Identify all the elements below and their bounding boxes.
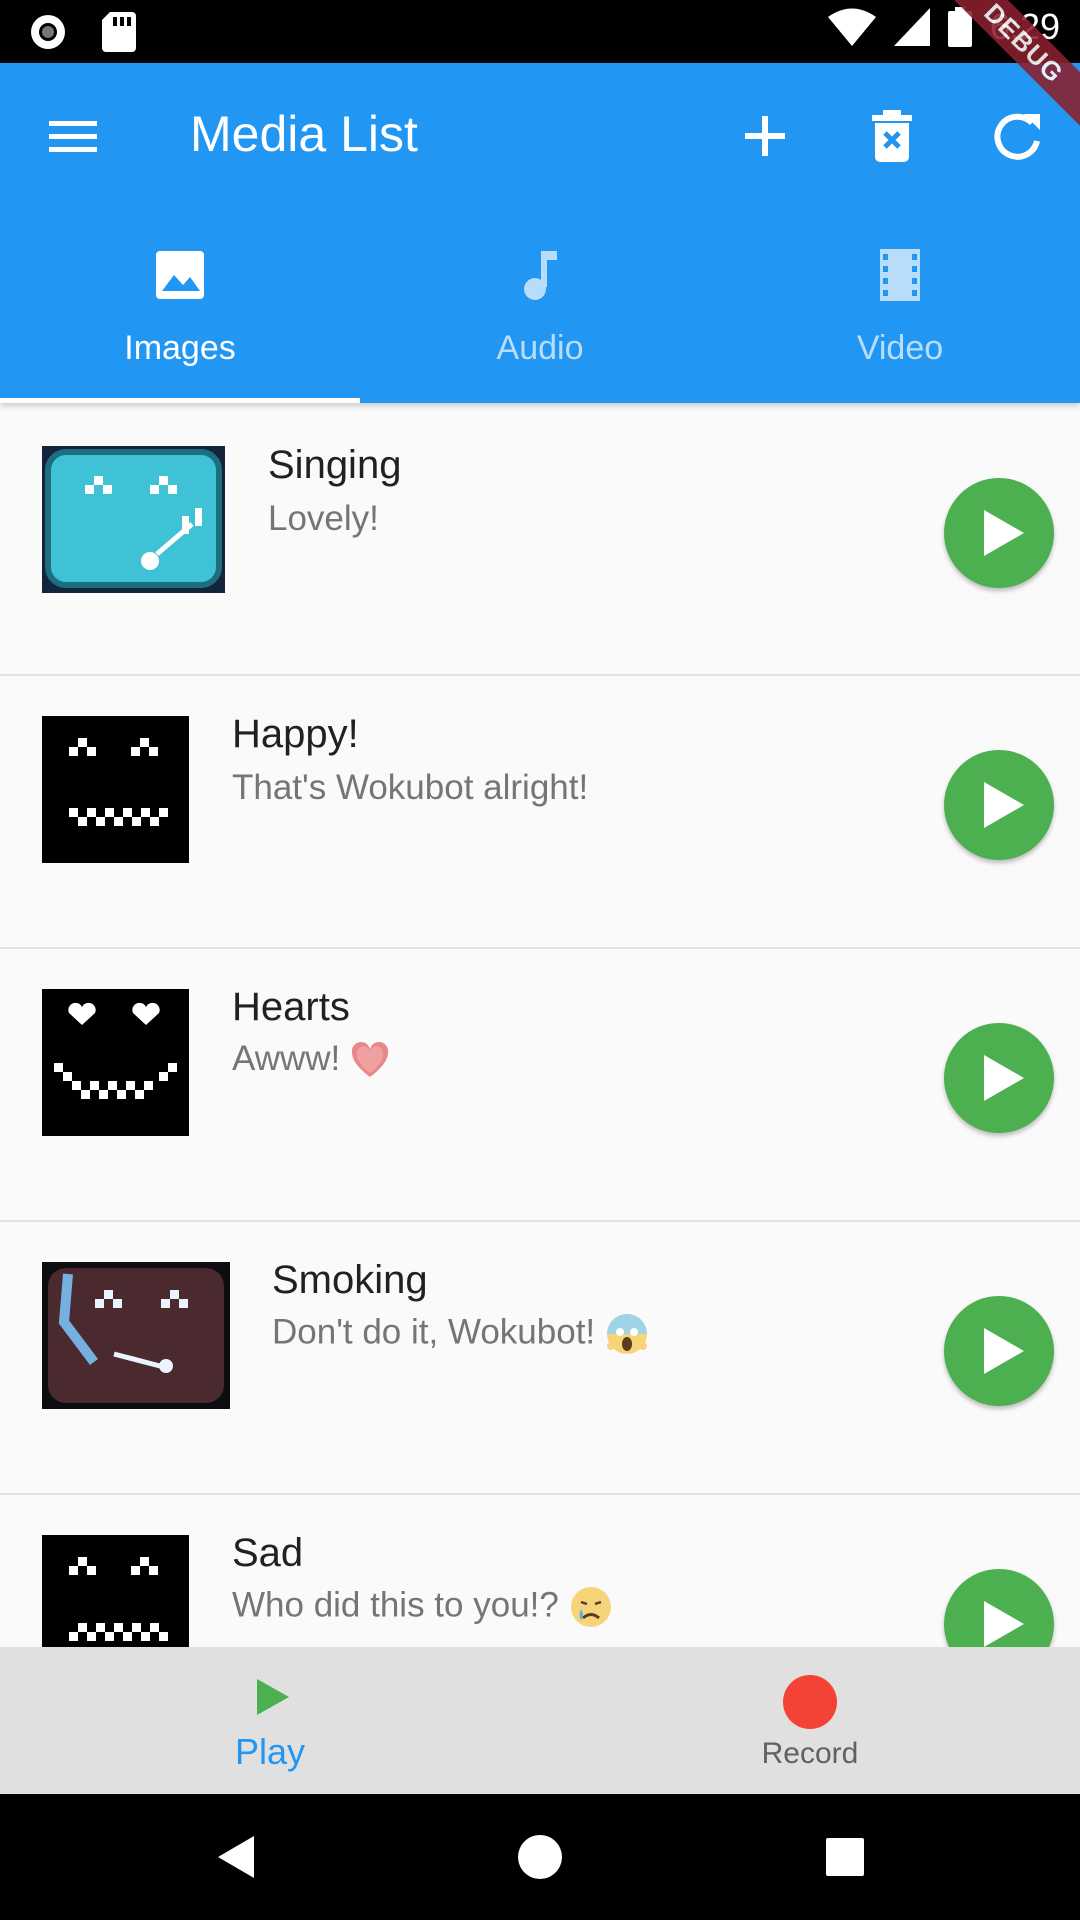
wifi-icon bbox=[827, 8, 876, 46]
item-title: Sad bbox=[232, 1531, 304, 1575]
bottom-navigation: Play Record bbox=[0, 1647, 1080, 1794]
play-nav-item[interactable]: Play bbox=[0, 1647, 540, 1794]
home-icon bbox=[518, 1835, 562, 1879]
record-nav-label: Record bbox=[761, 1737, 859, 1770]
play-button[interactable] bbox=[944, 1023, 1054, 1133]
thumbnail-image bbox=[42, 1535, 189, 1647]
back-icon bbox=[218, 1836, 254, 1878]
cell-signal-icon bbox=[893, 8, 930, 46]
refresh-button[interactable] bbox=[982, 101, 1052, 171]
scream-emoji-icon bbox=[607, 1314, 648, 1354]
play-icon bbox=[984, 510, 1024, 556]
item-subtitle: Awww! bbox=[232, 1039, 390, 1081]
thumbnail-image bbox=[42, 989, 189, 1136]
play-button[interactable] bbox=[944, 1296, 1054, 1406]
tab-video[interactable]: Video bbox=[720, 213, 1080, 403]
item-subtitle: Lovely! bbox=[268, 499, 379, 538]
music-note-icon bbox=[524, 251, 557, 300]
play-icon bbox=[984, 782, 1024, 828]
heart-emoji-icon bbox=[352, 1041, 389, 1077]
play-button[interactable] bbox=[944, 750, 1054, 860]
item-title: Happy! bbox=[232, 712, 359, 756]
thumbnail-image bbox=[42, 1262, 230, 1409]
tab-audio[interactable]: Audio bbox=[360, 213, 720, 403]
play-button[interactable] bbox=[944, 478, 1054, 588]
item-subtitle-text: Don't do it, Wokubot! bbox=[272, 1312, 596, 1352]
play-icon bbox=[984, 1055, 1024, 1101]
thumbnail-image bbox=[42, 446, 225, 593]
list-item[interactable]: Happy! That's Wokubot alright! bbox=[0, 676, 1080, 949]
item-subtitle: Who did this to you!? bbox=[232, 1585, 613, 1629]
item-title: Smoking bbox=[272, 1258, 428, 1302]
sd-card-icon bbox=[102, 12, 136, 52]
delete-button[interactable] bbox=[857, 101, 927, 171]
add-icon bbox=[745, 116, 785, 156]
item-title: Singing bbox=[268, 443, 402, 487]
item-title: Hearts bbox=[232, 985, 350, 1029]
image-icon bbox=[156, 251, 204, 299]
delete-icon bbox=[872, 110, 912, 162]
recents-icon bbox=[826, 1838, 864, 1876]
tab-indicator bbox=[0, 398, 360, 403]
tab-bar: Images Audio Video bbox=[0, 213, 1080, 403]
record-icon bbox=[783, 1675, 837, 1729]
tab-label: Audio bbox=[496, 329, 584, 367]
play-button[interactable] bbox=[944, 1569, 1054, 1647]
tab-label: Video bbox=[856, 329, 944, 367]
add-button[interactable] bbox=[730, 101, 800, 171]
back-button[interactable] bbox=[212, 1832, 262, 1882]
page-title: Media List bbox=[190, 106, 418, 162]
crying-emoji-icon bbox=[570, 1587, 611, 1627]
list-item[interactable]: Hearts Awww! bbox=[0, 949, 1080, 1222]
menu-button[interactable] bbox=[38, 101, 108, 171]
play-icon bbox=[984, 1601, 1024, 1647]
play-nav-label: Play bbox=[234, 1731, 306, 1772]
item-subtitle: Don't do it, Wokubot! bbox=[272, 1312, 649, 1356]
home-button[interactable] bbox=[515, 1832, 565, 1882]
media-list: Singing Lovely! Happy! That's Wokubot al… bbox=[0, 403, 1080, 1647]
system-navigation-bar bbox=[0, 1794, 1080, 1920]
item-subtitle-text: Who did this to you!? bbox=[232, 1585, 559, 1625]
screen: 6:29 DEBUG Media List bbox=[0, 0, 1080, 1920]
tab-images[interactable]: Images bbox=[0, 213, 360, 403]
item-subtitle: That's Wokubot alright! bbox=[232, 768, 589, 807]
app-bar: Media List Images Audio Video bbox=[0, 63, 1080, 403]
play-icon bbox=[984, 1328, 1024, 1374]
list-item[interactable]: Sad Who did this to you!? bbox=[0, 1495, 1080, 1647]
play-icon bbox=[257, 1679, 289, 1715]
record-indicator-icon bbox=[31, 15, 65, 49]
toolbar: Media List bbox=[0, 63, 1080, 213]
film-icon bbox=[880, 249, 920, 301]
menu-icon bbox=[49, 121, 97, 152]
status-bar: 6:29 bbox=[0, 0, 1080, 63]
record-nav-item[interactable]: Record bbox=[540, 1647, 1080, 1794]
list-item[interactable]: Smoking Don't do it, Wokubot! bbox=[0, 1222, 1080, 1495]
tab-label: Images bbox=[124, 329, 236, 367]
list-item[interactable]: Singing Lovely! bbox=[0, 403, 1080, 676]
item-subtitle-text: Awww! bbox=[232, 1039, 341, 1078]
recents-button[interactable] bbox=[820, 1832, 870, 1882]
refresh-icon bbox=[994, 113, 1040, 160]
thumbnail-image bbox=[42, 716, 189, 863]
